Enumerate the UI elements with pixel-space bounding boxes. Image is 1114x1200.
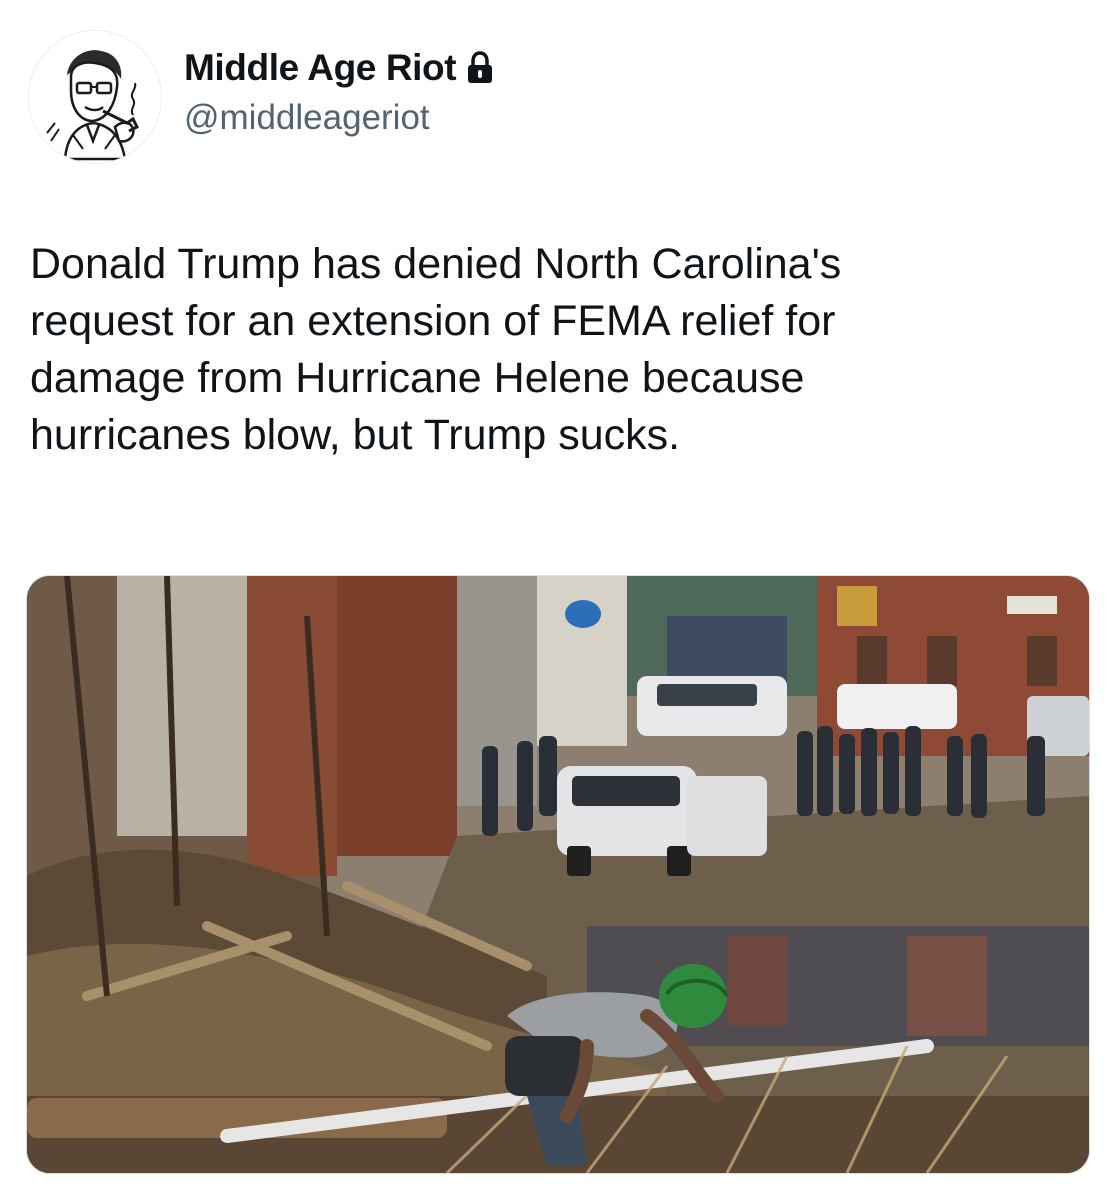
author-display-name[interactable]: Middle Age Riot: [184, 47, 457, 89]
tweet-card: Middle Age Riot @middleageriot Donald Tr…: [0, 0, 1114, 1200]
author-name-row: Middle Age Riot: [184, 44, 494, 92]
hurricane-damage-street-photo-icon: [27, 576, 1089, 1173]
vintage-man-with-pipe-avatar-icon: [29, 31, 161, 163]
post-header: Middle Age Riot @middleageriot: [28, 28, 1086, 168]
post-media-photo[interactable]: [26, 575, 1090, 1174]
avatar[interactable]: [28, 30, 162, 164]
lock-icon: [466, 51, 494, 85]
post-text: Donald Trump has denied North Carolina's…: [30, 240, 842, 459]
author-handle[interactable]: @middleageriot: [184, 98, 430, 138]
